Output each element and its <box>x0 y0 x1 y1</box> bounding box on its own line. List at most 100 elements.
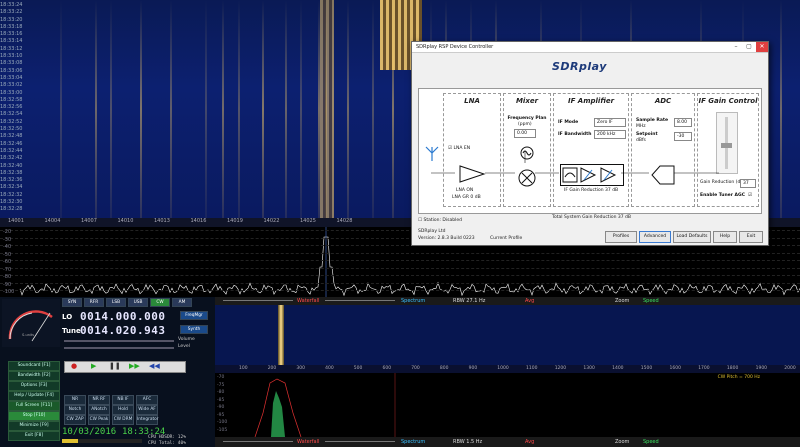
spectrum-gridline <box>0 290 800 291</box>
mode-button-lsb[interactable]: LSB <box>106 298 126 307</box>
if-mode-select[interactable]: Zero IF <box>594 118 626 127</box>
rbw-label-1: RBW 27.1 Hz <box>453 298 486 304</box>
volume-label: Volume <box>178 337 195 342</box>
waterfall-time-label: 18:32:46 <box>0 140 23 147</box>
mode-button-cw[interactable]: CW <box>150 298 170 307</box>
load-defaults-button[interactable]: Load Defaults <box>673 231 711 243</box>
waterfall-time-label: 18:33:24 <box>0 2 23 8</box>
dsp-button[interactable]: NR RF <box>88 395 110 405</box>
audio-spectrum[interactable]: CW Pitch = 700 Hz -70 -75 -80 -85 -90 -95 -100… <box>215 373 800 437</box>
function-key[interactable]: Help / Update [F4] <box>8 391 60 401</box>
waterfall-time-label: 18:33:12 <box>0 45 23 52</box>
freq-plan-input[interactable]: 0.00 <box>514 129 536 138</box>
advanced-button[interactable]: Advanced <box>639 231 671 243</box>
dsp-button[interactable]: Hold <box>112 405 134 415</box>
level-slider[interactable] <box>64 347 174 349</box>
function-key[interactable]: Options [F3] <box>8 381 60 391</box>
audio-spectrum-y-label: -100 <box>217 420 228 425</box>
volume-slider[interactable] <box>64 340 174 342</box>
frequency-tick-label: 14025 <box>300 218 316 224</box>
dsp-button[interactable]: AFC <box>136 395 158 405</box>
enable-agc-checkbox[interactable]: ☑ <box>748 193 752 198</box>
function-key[interactable]: Minimize [F9] <box>8 421 60 431</box>
dsp-button[interactable]: CW ZAP <box>64 415 86 425</box>
audio-frequency-tick: 1800 <box>726 366 739 371</box>
if-filter-chain <box>560 164 624 186</box>
function-key[interactable]: Soundcard [F1] <box>8 361 60 371</box>
freqmgr-button[interactable]: FreqMgr <box>180 311 208 320</box>
if-bandwidth-select[interactable]: 200 kHz <box>594 130 626 139</box>
cpu-total: CPU Total: 40% <box>148 441 186 446</box>
lo-frequency[interactable]: 0014.000.000 <box>80 310 165 323</box>
receiver-control-panel: S-units SYN RFR LSB USB CW AM LO 0014.000.000… <box>0 297 215 447</box>
dsp-button[interactable]: ANotch <box>88 405 110 415</box>
spectrum-gridline <box>0 267 800 269</box>
if-filter-icons <box>562 167 617 183</box>
spectrum-y-label: -90 <box>3 281 12 288</box>
if-amplifier-block: IF Amplifier IF Mode Zero IF IF Bandwidt… <box>553 93 629 207</box>
pause-icon[interactable]: ❚❚ <box>109 362 121 370</box>
audio-spectrum-y-label: -95 <box>217 412 225 418</box>
setpoint-input[interactable]: -30 <box>674 132 692 141</box>
synth-button[interactable]: Synth <box>180 325 208 334</box>
signal-streak <box>347 0 349 218</box>
function-key[interactable]: Exit [F8] <box>8 431 60 441</box>
function-key[interactable]: Stop [F10] <box>8 411 60 421</box>
function-key[interactable]: Full Screen [F11] <box>8 401 60 411</box>
tune-frequency[interactable]: 0014.020.943 <box>80 324 165 337</box>
minimize-icon[interactable]: – <box>730 42 742 52</box>
close-icon[interactable]: ✕ <box>756 42 768 52</box>
dsp-button[interactable]: Notch <box>64 405 86 415</box>
date-display: 10/03/2016 <box>62 427 117 437</box>
dialog-title: SDRplay RSP Device Controller <box>412 42 768 53</box>
station-status[interactable]: ☐ Station: Disabled <box>418 218 462 223</box>
audio-spectrum-y-label: -75 <box>217 382 225 388</box>
mode-button-usb[interactable]: USB <box>128 298 148 307</box>
gain-slider-thumb[interactable] <box>721 143 732 148</box>
forward-icon[interactable]: ▶▶ <box>129 362 140 370</box>
if-amp-heading: IF Amplifier <box>567 97 615 105</box>
spectrum-y-label: -20 <box>3 229 12 235</box>
mixer-block: Mixer Frequency Plan (ppm) 0.00 <box>503 93 551 207</box>
waterfall-time-label: 18:32:56 <box>0 104 23 111</box>
adc-block: ADC Sample Rate MHz 8.00 Setpoint dBfs -… <box>631 93 695 207</box>
spectrum-gridline <box>0 275 800 276</box>
audio-waterfall[interactable] <box>215 305 800 365</box>
lna-en-checkbox[interactable]: ☑ LNA EN <box>448 146 470 151</box>
function-key[interactable]: Bandwidth [F2] <box>8 371 60 381</box>
help-button[interactable]: Help <box>713 231 737 243</box>
waterfall-label-1: Waterfall <box>297 298 320 304</box>
mode-button-syn[interactable]: SYN <box>62 298 82 307</box>
dsp-button[interactable]: Wide AF <box>136 405 158 415</box>
sdrplay-device-controller-dialog[interactable]: SDRplay RSP Device Controller – ▢ ✕ SDRp… <box>411 41 769 246</box>
gain-slider[interactable] <box>716 112 738 174</box>
signal-streak <box>60 0 62 218</box>
record-icon[interactable]: ● <box>71 362 77 370</box>
rewind-icon[interactable]: ◀◀ <box>149 362 160 370</box>
waterfall-time-label: 18:32:58 <box>0 96 23 103</box>
speed-label-1: Speed <box>643 298 659 304</box>
waterfall-time-label: 18:33:14 <box>0 38 23 45</box>
dsp-button[interactable]: CW Peak <box>88 415 110 425</box>
cw-pitch-label: CW Pitch = 700 Hz <box>717 375 760 380</box>
gain-reduction-input[interactable]: 37 <box>740 179 756 188</box>
if-gain-control-block: IF Gain Control Gain Reduction (dB) 37 E… <box>697 93 759 207</box>
waterfall-time-label: 18:32:40 <box>0 162 23 169</box>
play-icon[interactable]: ▶ <box>91 362 96 370</box>
audio-frequency-tick: 100 <box>239 366 248 371</box>
exit-button[interactable]: Exit <box>739 231 763 243</box>
profiles-button[interactable]: Profiles <box>605 231 637 243</box>
s-meter-label: S-units <box>22 333 35 337</box>
dsp-button[interactable]: NR <box>64 395 86 405</box>
mode-button-rfr[interactable]: RFR <box>84 298 104 307</box>
dsp-button[interactable]: Integrator <box>136 415 159 425</box>
mode-button-am[interactable]: AM <box>172 298 192 307</box>
sample-rate-select[interactable]: 8.00 <box>674 118 692 127</box>
lna-gr: LNA GR 0 dB <box>452 195 481 200</box>
zoom-label-1: Zoom <box>615 298 630 304</box>
dsp-button[interactable]: CW DRM <box>112 415 134 425</box>
maximize-icon[interactable]: ▢ <box>743 42 755 52</box>
waterfall-time-label: 18:32:34 <box>0 184 23 191</box>
spectrum-y-label: -30 <box>3 236 12 243</box>
dsp-button[interactable]: NB IF <box>112 395 134 405</box>
